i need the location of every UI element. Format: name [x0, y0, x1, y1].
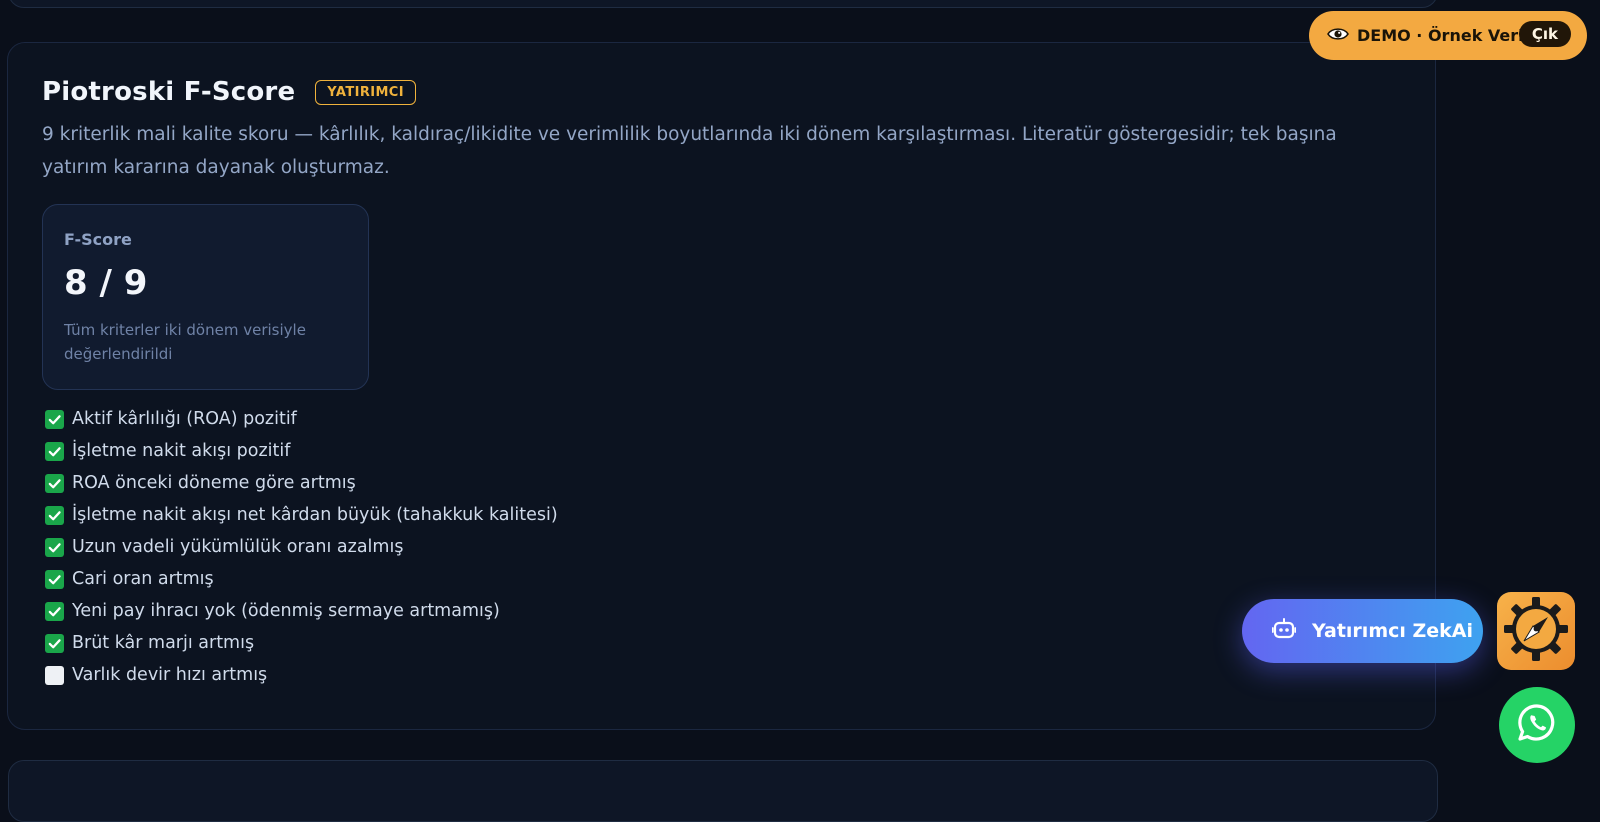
criterion-label: Varlık devir hızı artmış	[72, 665, 268, 685]
checkmark-icon	[45, 441, 64, 461]
card-header: Piotroski F-Score YATIRIMCI	[42, 77, 416, 107]
criterion-label: Uzun vadeli yükümlülük oranı azalmış	[72, 537, 404, 557]
criterion-item: Aktif kârlılığı (ROA) pozitif	[45, 403, 558, 435]
card-title: Piotroski F-Score	[42, 77, 296, 107]
criterion-label: İşletme nakit akışı net kârdan büyük (ta…	[72, 505, 558, 525]
f-score-box: F-Score 8 / 9 Tüm kriterler iki dönem ve…	[42, 204, 369, 390]
checkmark-icon	[45, 505, 64, 525]
ai-assistant-button[interactable]: Yatırımcı ZekAi	[1242, 599, 1483, 663]
f-score-value: 8 / 9	[64, 263, 148, 303]
checkmark-icon	[45, 409, 64, 429]
demo-label: DEMO · Örnek Veri	[1357, 26, 1524, 45]
checkmark-icon	[45, 473, 64, 493]
criterion-item: Cari oran artmış	[45, 563, 558, 595]
criterion-item: Brüt kâr marjı artmış	[45, 627, 558, 659]
card-description: 9 kriterlik mali kalite skoru — kârlılık…	[42, 124, 1337, 178]
checkmark-icon	[45, 537, 64, 557]
f-score-label: F-Score	[64, 230, 132, 249]
next-card	[8, 760, 1438, 822]
checkmark-icon	[45, 569, 64, 589]
compass-gear-button[interactable]	[1497, 592, 1575, 670]
f-score-note: Tüm kriterler iki dönem verisiyle değerl…	[64, 321, 306, 363]
criterion-item: Varlık devir hızı artmış	[45, 659, 558, 691]
ai-assistant-label: Yatırımcı ZekAi	[1312, 620, 1474, 642]
criterion-item: Uzun vadeli yükümlülük oranı azalmış	[45, 531, 558, 563]
criterion-label: Brüt kâr marjı artmış	[72, 633, 255, 653]
whatsapp-icon	[1516, 702, 1558, 748]
previous-card	[8, 0, 1438, 8]
piotroski-card: Piotroski F-Score YATIRIMCI 9 kriterlik …	[7, 42, 1436, 730]
exit-demo-button[interactable]: Çık	[1518, 21, 1571, 47]
checkmark-icon	[45, 601, 64, 621]
criterion-label: Aktif kârlılığı (ROA) pozitif	[72, 409, 297, 429]
compass-gear-icon	[1503, 596, 1569, 666]
criterion-label: Yeni pay ihracı yok (ödenmiş sermaye art…	[72, 601, 500, 621]
criterion-item: İşletme nakit akışı pozitif	[45, 435, 558, 467]
criterion-label: Cari oran artmış	[72, 569, 214, 589]
empty-checkbox-icon	[45, 665, 64, 685]
criterion-item: Yeni pay ihracı yok (ödenmiş sermaye art…	[45, 595, 558, 627]
investor-badge: YATIRIMCI	[315, 79, 416, 105]
criteria-list: Aktif kârlılığı (ROA) pozitif İşletme nak…	[45, 403, 558, 691]
criterion-label: ROA önceki döneme göre artmış	[72, 473, 356, 493]
whatsapp-button[interactable]	[1499, 687, 1575, 763]
criterion-item: İşletme nakit akışı net kârdan büyük (ta…	[45, 499, 558, 531]
criterion-label: İşletme nakit akışı pozitif	[72, 441, 291, 461]
eye-icon	[1327, 26, 1349, 45]
criterion-item: ROA önceki döneme göre artmış	[45, 467, 558, 499]
robot-icon	[1271, 618, 1297, 644]
demo-banner: DEMO · Örnek Veri Çık	[1309, 11, 1587, 60]
checkmark-icon	[45, 633, 64, 653]
